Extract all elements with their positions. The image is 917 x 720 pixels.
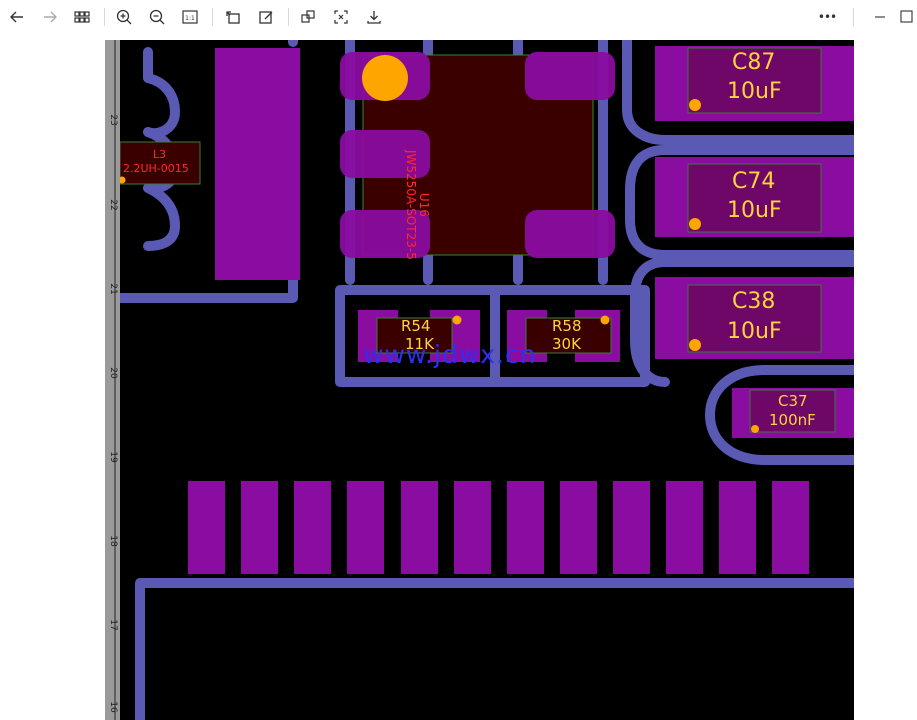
capacitor-c38-value: 10uF: [727, 319, 782, 344]
ruler-tick: 18: [108, 535, 118, 547]
copy-icon[interactable]: [294, 3, 322, 31]
forward-arrow-icon[interactable]: [36, 3, 64, 31]
ruler-tick: 22: [108, 199, 118, 211]
capacitor-c74-value: 10uF: [727, 198, 782, 223]
svg-text:1:1: 1:1: [185, 15, 195, 22]
capacitor-c38-ref: C38: [732, 289, 776, 314]
resistor-r58-ref: R58: [552, 317, 582, 335]
fit-screen-icon[interactable]: [327, 3, 355, 31]
more-options-icon[interactable]: •••: [813, 3, 841, 31]
viewer-toolbar: 1:1 •••: [0, 0, 917, 34]
actual-size-icon[interactable]: 1:1: [176, 3, 204, 31]
ic-label: U16 JW5250A-SOT23-5: [404, 150, 431, 260]
resistor-r58-value: 30K: [552, 335, 581, 353]
vertical-ruler: 23 22 21 20 19 18 17 16: [105, 40, 120, 720]
ruler-tick: 19: [108, 451, 118, 463]
back-arrow-icon[interactable]: [3, 3, 31, 31]
minimize-button[interactable]: [866, 3, 894, 31]
capacitor-c87-ref: C87: [732, 50, 776, 75]
ruler-tick: 21: [108, 283, 118, 295]
ic-ref: U16: [417, 192, 431, 217]
resistor-r54-ref: R54: [401, 317, 431, 335]
watermark-text: www.jdwx.cn: [363, 340, 537, 369]
capacitor-c74-ref: C74: [732, 169, 776, 194]
capacitor-c37-value: 100nF: [769, 411, 816, 429]
edit-icon[interactable]: [252, 3, 280, 31]
capacitor-c87-value: 10uF: [727, 79, 782, 104]
ruler-tick: 20: [108, 367, 118, 379]
inductor-ref: L3: [153, 148, 167, 161]
ruler-tick: 16: [108, 701, 118, 713]
ruler-tick: 17: [108, 619, 118, 631]
save-icon[interactable]: [360, 3, 388, 31]
grid-view-icon[interactable]: [68, 3, 96, 31]
pcb-image-view[interactable]: 23 22 21 20 19 18 17 16 L3 2.2UH-0015 U1…: [105, 40, 854, 720]
ruler-tick: 23: [108, 114, 118, 126]
pcb-layout: [115, 40, 854, 720]
maximize-button[interactable]: [897, 3, 917, 31]
capacitor-c37-ref: C37: [778, 392, 808, 410]
ic-value: JW5250A-SOT23-5: [404, 150, 418, 260]
zoom-out-icon[interactable]: [143, 3, 171, 31]
inductor-value: 2.2UH-0015: [123, 162, 189, 175]
zoom-in-icon[interactable]: [110, 3, 138, 31]
rotate-icon[interactable]: [219, 3, 247, 31]
